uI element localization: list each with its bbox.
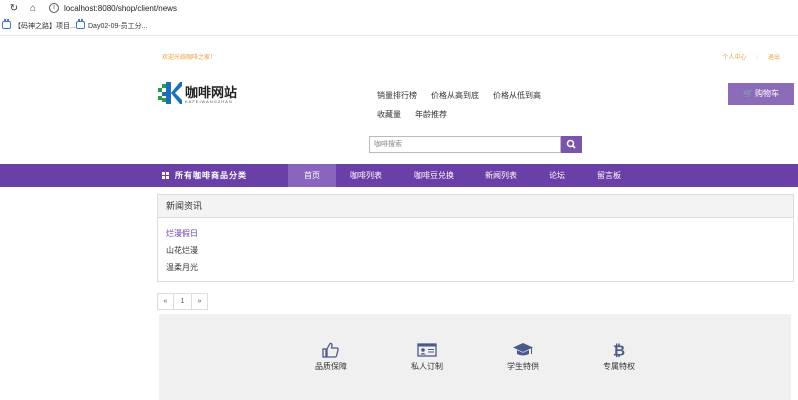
sort-link-price-asc[interactable]: 价格从低到高 [493, 90, 541, 101]
all-categories-label: 所有咖啡商品分类 [175, 171, 247, 180]
grid-icon [162, 172, 169, 179]
feature-label: 品质保障 [315, 362, 347, 371]
features-section: 品质保障 私人订制 学生特供 ₿ 专属特权 [159, 314, 791, 400]
search-input[interactable]: 咖啡搜索 [369, 136, 561, 153]
graduation-cap-icon [513, 343, 533, 356]
bookmark-item[interactable]: Day02-09-员工分... [76, 19, 148, 33]
feature-student: 学生特供 [493, 342, 553, 372]
sort-link-price-desc[interactable]: 价格从高到底 [431, 90, 479, 101]
nav-item-coffee-list[interactable]: 咖啡列表 [340, 164, 392, 187]
nav-item-bean-exchange[interactable]: 咖啡豆兑换 [406, 164, 462, 187]
bookmark-item[interactable]: 【码神之路】项目... [2, 19, 76, 33]
nav-item-home[interactable]: 首页 [288, 164, 336, 187]
nav-item-message-board[interactable]: 留言板 [589, 164, 629, 187]
bookmarks-bar: 【码神之路】项目... Day02-09-员工分... [0, 18, 798, 36]
feature-custom: 私人订制 [397, 342, 457, 372]
cart-icon: 🛒 [743, 89, 753, 98]
site-logo[interactable]: 咖啡网站 KAFEIWANGZHAN [158, 80, 248, 108]
nav-item-news-list[interactable]: 新闻列表 [475, 164, 527, 187]
search-icon [566, 139, 576, 149]
page-number-button[interactable]: 1 [173, 293, 192, 310]
feature-label: 私人订制 [411, 362, 443, 371]
reload-icon[interactable]: ↻ [8, 3, 20, 15]
welcome-text: 欢迎光临咖啡之家！ [162, 55, 217, 61]
browser-toolbar: ↻ ⌂ i localhost:8080/shop/client/news [0, 0, 798, 18]
news-list: 烂漫假日 山花烂漫 温柔月光 [158, 218, 793, 276]
news-item[interactable]: 温柔月光 [166, 259, 793, 276]
cart-label: 购物车 [754, 89, 779, 98]
sort-link-sales[interactable]: 销量排行榜 [377, 90, 417, 101]
sort-link-age[interactable]: 年龄推荐 [415, 109, 447, 120]
bookmark-icon [76, 19, 85, 29]
logout-link[interactable]: 退出 [768, 52, 780, 61]
nav-item-forum[interactable]: 论坛 [538, 164, 576, 187]
bookmark-label: Day02-09-员工分... [88, 23, 148, 30]
sort-links: 销量排行榜 价格从高到底 价格从低到高收藏量 年龄推荐 [377, 90, 577, 128]
logo-subtitle: KAFEIWANGZHAN [185, 99, 233, 104]
category-nav: 所有咖啡商品分类 首页 咖啡列表 咖啡豆兑换 新闻列表 论坛 留言板 [0, 164, 798, 187]
id-card-icon [417, 343, 437, 357]
search-button[interactable] [561, 136, 582, 153]
feature-label: 专属特权 [603, 362, 635, 371]
bookmark-icon [2, 19, 11, 29]
svg-text:₿: ₿ [613, 342, 625, 358]
next-page-button[interactable]: » [191, 293, 208, 310]
all-categories-menu[interactable]: 所有咖啡商品分类 [162, 164, 247, 187]
address-bar[interactable]: localhost:8080/shop/client/news [64, 3, 177, 15]
feature-quality: 品质保障 [301, 342, 361, 372]
divider: | [756, 55, 758, 61]
feature-privilege: ₿ 专属特权 [589, 342, 649, 372]
user-center-link[interactable]: 个人中心 [722, 52, 746, 61]
thumbs-up-icon [322, 342, 339, 358]
sort-link-favorites[interactable]: 收藏量 [377, 109, 401, 120]
news-panel: 新闻资讯 烂漫假日 山花烂漫 温柔月光 [157, 194, 794, 282]
cart-button[interactable]: 🛒 购物车 [728, 83, 794, 105]
logo-mark-icon [158, 82, 182, 104]
home-icon[interactable]: ⌂ [27, 3, 39, 15]
top-links: 个人中心 | 退出 [722, 52, 780, 61]
news-heading: 新闻资讯 [158, 195, 793, 218]
pagination: « 1 » [157, 293, 208, 310]
info-icon[interactable]: i [49, 3, 59, 13]
feature-label: 学生特供 [507, 362, 539, 371]
news-item[interactable]: 山花烂漫 [166, 242, 793, 259]
bitcoin-icon: ₿ [613, 342, 625, 358]
prev-page-button[interactable]: « [157, 293, 174, 310]
bookmark-label: 【码神之路】项目... [14, 23, 76, 30]
news-item[interactable]: 烂漫假日 [166, 225, 793, 242]
